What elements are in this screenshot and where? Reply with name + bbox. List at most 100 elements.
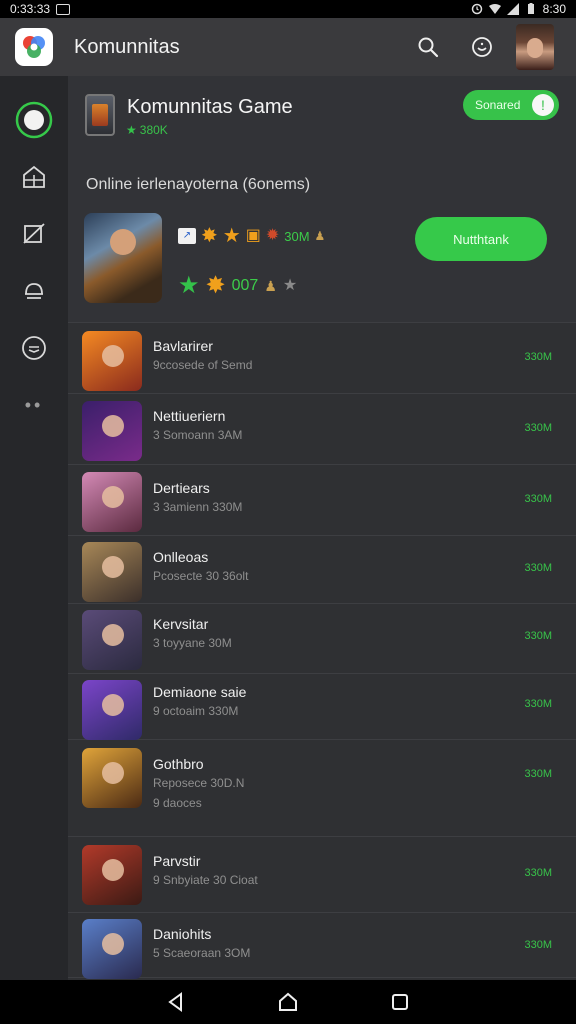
game-icon-small: [85, 94, 115, 136]
game-subtitle: 3 Somoann 3AM: [153, 428, 243, 442]
game-list-item[interactable]: Onlleoas Pcosecte 30 36olt 330M: [68, 536, 576, 604]
game-list-item[interactable]: Demiaone saie 9 octoaim 330M 330M: [68, 674, 576, 740]
rail-item-chat[interactable]: [12, 326, 56, 370]
more-menu-button[interactable]: ••: [12, 383, 56, 427]
game-thumbnail: [82, 748, 142, 808]
sound-toggle[interactable]: Sonared !: [463, 90, 559, 120]
chat-icon: [22, 336, 46, 360]
game-subtitle: 9 octoaim 330M: [153, 704, 239, 718]
game-text: Gothbro Reposece 30D.N 9 daoces: [153, 756, 244, 811]
game-subtitle-2: 9 daoces: [153, 796, 202, 810]
game-thumbnail: [82, 610, 142, 670]
system-nav-bar: [0, 980, 576, 1024]
status-time: 0:33:33: [10, 2, 51, 16]
wifi-icon: [488, 4, 501, 14]
signal-icon: [506, 3, 519, 15]
game-name: Nettiueriern: [153, 408, 226, 424]
game-thumbnail: [82, 331, 142, 391]
community-logo-icon: [23, 36, 45, 58]
rating-row-1: ↗ ✸ ★ ▣ ✹ 30M ♟: [178, 226, 325, 246]
game-name: Dertiears: [153, 480, 210, 496]
game-name: Daniohits: [153, 926, 212, 942]
game-size: 330M: [524, 562, 552, 574]
recents-icon[interactable]: [390, 992, 410, 1012]
game-name: Demiaone saie: [153, 684, 247, 700]
app-bar: Komunnitas: [0, 18, 576, 76]
game-subtitle: 3 3amienn 330M: [153, 500, 243, 514]
game-subtitle: Reposece 30D.N: [153, 776, 245, 790]
game-name: Onlleoas: [153, 549, 209, 565]
game-thumbnail: [82, 919, 142, 979]
main-content: Komunnitas Game ★ 380K Sonared ! Online …: [68, 76, 576, 980]
game-subtitle: Online ierlenayoterna (6onems): [86, 176, 311, 193]
battery-icon: [527, 3, 534, 14]
game-header-card: Komunnitas Game ★ 380K Sonared ! Online …: [68, 76, 576, 323]
game-name: Kervsitar: [153, 616, 209, 632]
game-list-item[interactable]: Gothbro Reposece 30D.N 9 daoces 330M: [68, 740, 576, 837]
primary-action-button[interactable]: Nutthtank: [415, 217, 547, 261]
cloud-icon: [25, 283, 43, 299]
game-size: 330M: [524, 351, 552, 363]
rail-item-store[interactable]: [12, 155, 56, 199]
app-title: Komunnitas: [74, 35, 180, 58]
star-outline-icon: ★: [282, 277, 298, 294]
status-right-time: 8:30: [542, 2, 566, 16]
rating-row-1-text: 30M: [284, 228, 310, 244]
game-text: Daniohits 5 Scaeoraan 3OM: [153, 926, 250, 961]
game-thumbnail: [82, 542, 142, 602]
game-size: 330M: [524, 493, 552, 505]
game-rating-small: ★ 380K: [126, 123, 168, 137]
featured-game-image[interactable]: [84, 213, 162, 303]
game-thumbnail: [82, 472, 142, 532]
chest-icon: ▣: [245, 227, 261, 244]
game-size: 330M: [524, 867, 552, 879]
game-list-item[interactable]: Kervsitar 3 toyyane 30M 330M: [68, 604, 576, 674]
star-icon: ★: [222, 225, 241, 247]
game-name: Bavlarirer: [153, 338, 213, 354]
star-icon: ✸: [201, 225, 218, 247]
store-icon: [23, 165, 45, 188]
game-size: 330M: [524, 630, 552, 642]
star-icon: ✸: [205, 272, 226, 299]
game-size: 330M: [524, 422, 552, 434]
game-subtitle: Pcosecte 30 36olt: [153, 569, 249, 583]
game-list-item[interactable]: Daniohits 5 Scaeoraan 3OM 330M: [68, 913, 576, 979]
tag-icon: [23, 223, 45, 244]
game-list-item[interactable]: Bavlarirer 9ccosede of Semd 330M: [68, 323, 576, 394]
home-nav-icon[interactable]: [277, 991, 299, 1013]
toggle-knob-icon: !: [532, 94, 554, 116]
emoji-icon: [472, 37, 492, 57]
rail-item-tag[interactable]: [12, 212, 56, 256]
rail-item-home[interactable]: [12, 98, 56, 142]
alarm-icon: [471, 3, 482, 15]
app-logo[interactable]: [15, 28, 53, 66]
game-subtitle: 9 Snbyiate 30 Cioat: [153, 873, 258, 887]
game-text: Demiaone saie 9 octoaim 330M: [153, 684, 246, 719]
search-button[interactable]: [408, 27, 448, 67]
game-list-item[interactable]: Parvstir 9 Snbyiate 30 Cioat 330M: [68, 837, 576, 913]
game-text: Onlleoas Pcosecte 30 36olt: [153, 549, 248, 584]
side-rail: ••: [0, 76, 68, 980]
emoji-button[interactable]: [462, 27, 502, 67]
rail-item-cloud[interactable]: [12, 269, 56, 313]
badge-icon: ↗: [178, 228, 196, 244]
game-subtitle: 9ccosede of Semd: [153, 358, 253, 372]
image-icon: [56, 3, 71, 15]
avatar[interactable]: [516, 24, 554, 70]
game-name: Gothbro: [153, 756, 204, 772]
game-list-item[interactable]: Dertiears 3 3amienn 330M 330M: [68, 465, 576, 536]
game-subtitle: 5 Scaeoraan 3OM: [153, 946, 251, 960]
game-list: Bavlarirer 9ccosede of Semd 330M Nettiuerie…: [68, 323, 576, 979]
game-thumbnail: [82, 680, 142, 740]
game-text: Bavlarirer 9ccosede of Semd: [153, 338, 252, 373]
game-thumbnail: [82, 401, 142, 461]
person-icon: ♟: [314, 229, 326, 243]
game-thumbnail: [82, 845, 142, 905]
game-text: Kervsitar 3 toyyane 30M: [153, 616, 232, 651]
star-icon: ★: [178, 272, 200, 299]
game-list-item[interactable]: Nettiueriern 3 Somoann 3AM 330M: [68, 394, 576, 465]
game-size: 330M: [524, 768, 552, 780]
game-name: Parvstir: [153, 853, 201, 869]
back-icon[interactable]: [166, 992, 186, 1012]
star-icon: ★: [126, 123, 137, 137]
